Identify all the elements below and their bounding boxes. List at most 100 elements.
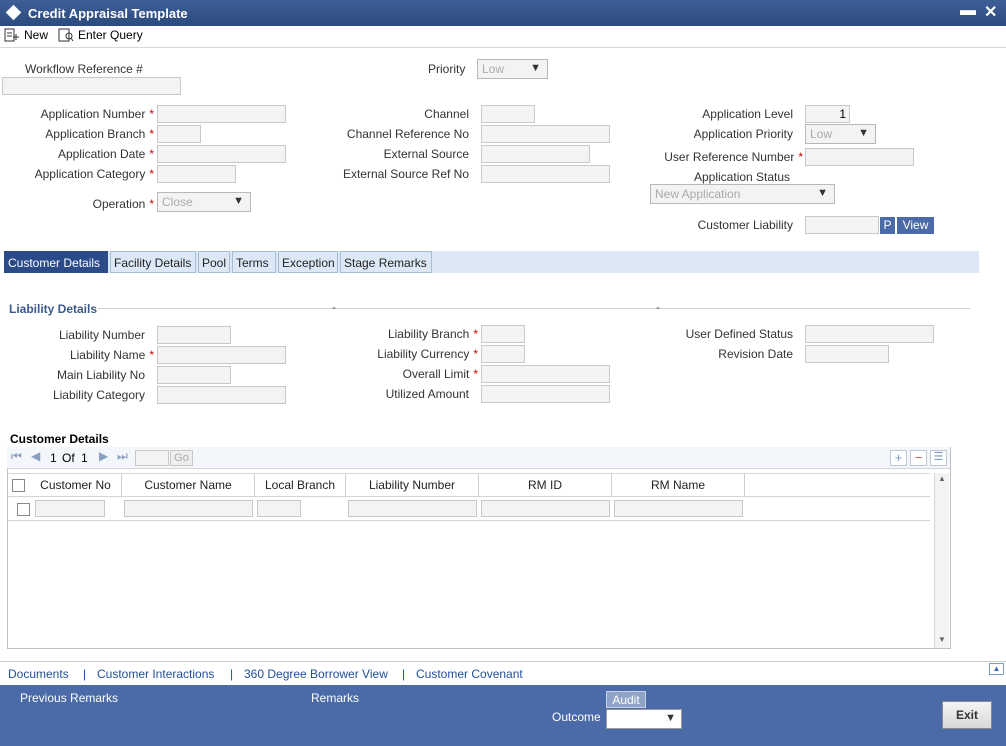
tab-bar: Customer Details Facility Details Pool T… [4,251,979,273]
rm-id-cell[interactable] [481,500,610,517]
close-button[interactable]: ✕ [984,2,997,22]
tab-exception[interactable]: Exception [278,251,338,273]
liability-category-label: Liability Category [52,388,145,402]
footer-links: Documents | Customer Interactions | 360 … [0,661,1006,685]
collapse-icon[interactable]: ▲ [989,663,1004,675]
channel-ref-input[interactable] [481,125,610,143]
p-button[interactable]: P [880,217,895,234]
utilized-amount-input[interactable] [481,385,610,403]
link-separator: | [83,667,87,681]
list-view-icon[interactable]: ☰ [930,450,947,466]
app-date-input[interactable] [157,145,286,163]
page-current: 1 [50,451,57,465]
channel-input[interactable] [481,105,535,123]
app-level-label: Application Level [702,107,793,121]
grid-scrollbar[interactable]: ▲ ▼ [934,473,949,648]
customer-no-cell[interactable] [35,500,105,517]
overall-limit-input[interactable] [481,365,610,383]
liability-category-input[interactable] [157,386,286,404]
row-checkbox[interactable] [17,503,30,516]
workflow-ref-label: Workflow Reference # [25,62,143,76]
column-header[interactable]: Customer No [30,474,122,497]
workflow-ref-input[interactable] [2,77,181,95]
next-page-icon[interactable]: ▶ [99,449,108,463]
new-button[interactable]: New [4,28,48,42]
view-button[interactable]: View [897,217,934,234]
main-liability-input[interactable] [157,366,231,384]
app-category-input[interactable] [157,165,236,183]
customer-name-cell[interactable] [124,500,253,517]
select-all-checkbox[interactable] [12,479,25,492]
app-status-select[interactable]: New Application ▼ [650,184,835,204]
outcome-select[interactable]: ▼ [606,709,682,729]
minimize-button[interactable]: ▬ [960,2,976,20]
enter-query-button[interactable]: Enter Query [58,28,143,42]
priority-select[interactable]: Low ▼ [477,59,548,79]
delete-row-icon[interactable]: − [910,450,927,466]
divider-dash-1: - [332,300,336,314]
column-header[interactable]: Liability Number [346,474,479,497]
tab-pool[interactable]: Pool [198,251,230,273]
liability-branch-input[interactable] [481,325,525,343]
liability-currency-label: Liability Currency * [377,347,478,361]
app-level-input[interactable]: 1 [805,105,850,123]
external-source-input[interactable] [481,145,590,163]
operation-select[interactable]: Close ▼ [157,192,251,212]
column-header[interactable]: RM Name [612,474,745,497]
column-header[interactable]: Local Branch [255,474,346,497]
user-defined-status-label: User Defined Status [685,327,793,341]
local-branch-cell[interactable] [257,500,301,517]
customer-grid-title: Customer Details [10,432,109,446]
liability-branch-label: Liability Branch * [387,327,478,341]
last-page-icon[interactable]: ⏭ [117,449,128,464]
documents-link[interactable]: Documents [8,667,69,681]
rm-name-cell[interactable] [614,500,743,517]
external-source-ref-input[interactable] [481,165,610,183]
liability-number-input[interactable] [157,326,231,344]
borrower-view-link[interactable]: 360 Degree Borrower View [244,667,388,681]
revision-date-input[interactable] [805,345,889,363]
app-branch-input[interactable] [157,125,201,143]
operation-value: Close [162,195,193,209]
user-defined-status-input[interactable] [805,325,934,343]
scroll-up-icon[interactable]: ▲ [938,474,946,483]
prev-page-icon[interactable]: ◀ [31,449,40,463]
liability-name-label: Liability Name * [69,348,154,362]
user-ref-label: User Reference Number * [664,150,803,164]
remarks-label[interactable]: Remarks [311,691,359,705]
tab-facility-details[interactable]: Facility Details [110,251,196,273]
exit-button[interactable]: Exit [942,701,992,729]
tab-stage-remarks[interactable]: Stage Remarks [340,251,432,273]
app-priority-select[interactable]: Low ▼ [805,124,876,144]
add-row-icon[interactable]: + [890,450,907,466]
tab-customer-details[interactable]: Customer Details [4,251,108,273]
scroll-down-icon[interactable]: ▼ [938,635,946,644]
customer-covenant-link[interactable]: Customer Covenant [416,667,523,681]
column-header[interactable]: Customer Name [122,474,255,497]
app-priority-label: Application Priority [693,127,793,141]
audit-button[interactable]: Audit [606,691,646,708]
app-priority-value: Low [810,127,833,141]
go-button[interactable]: Go [170,450,193,466]
main-liability-label: Main Liability No [56,368,145,382]
liability-currency-input[interactable] [481,345,525,363]
customer-interactions-link[interactable]: Customer Interactions [97,667,214,681]
query-icon [58,28,74,42]
page-jump-input[interactable] [135,450,169,466]
tab-terms[interactable]: Terms [232,251,276,273]
first-page-icon[interactable]: ⏮ [11,449,22,464]
customer-liability-input[interactable] [805,216,879,234]
enter-query-label: Enter Query [78,28,143,42]
previous-remarks-label[interactable]: Previous Remarks [20,691,118,705]
column-header[interactable]: RM ID [479,474,612,497]
liability-number-cell[interactable] [348,500,477,517]
app-number-input[interactable] [157,105,286,123]
utilized-amount-label: Utilized Amount [385,387,469,401]
liability-name-input[interactable] [157,346,286,364]
app-branch-label: Application Branch * [45,127,154,141]
channel-ref-label: Channel Reference No [346,127,469,141]
external-source-label: External Source [383,147,469,161]
user-ref-input[interactable] [805,148,914,166]
link-separator: | [402,667,406,681]
liability-number-label: Liability Number [58,328,145,342]
